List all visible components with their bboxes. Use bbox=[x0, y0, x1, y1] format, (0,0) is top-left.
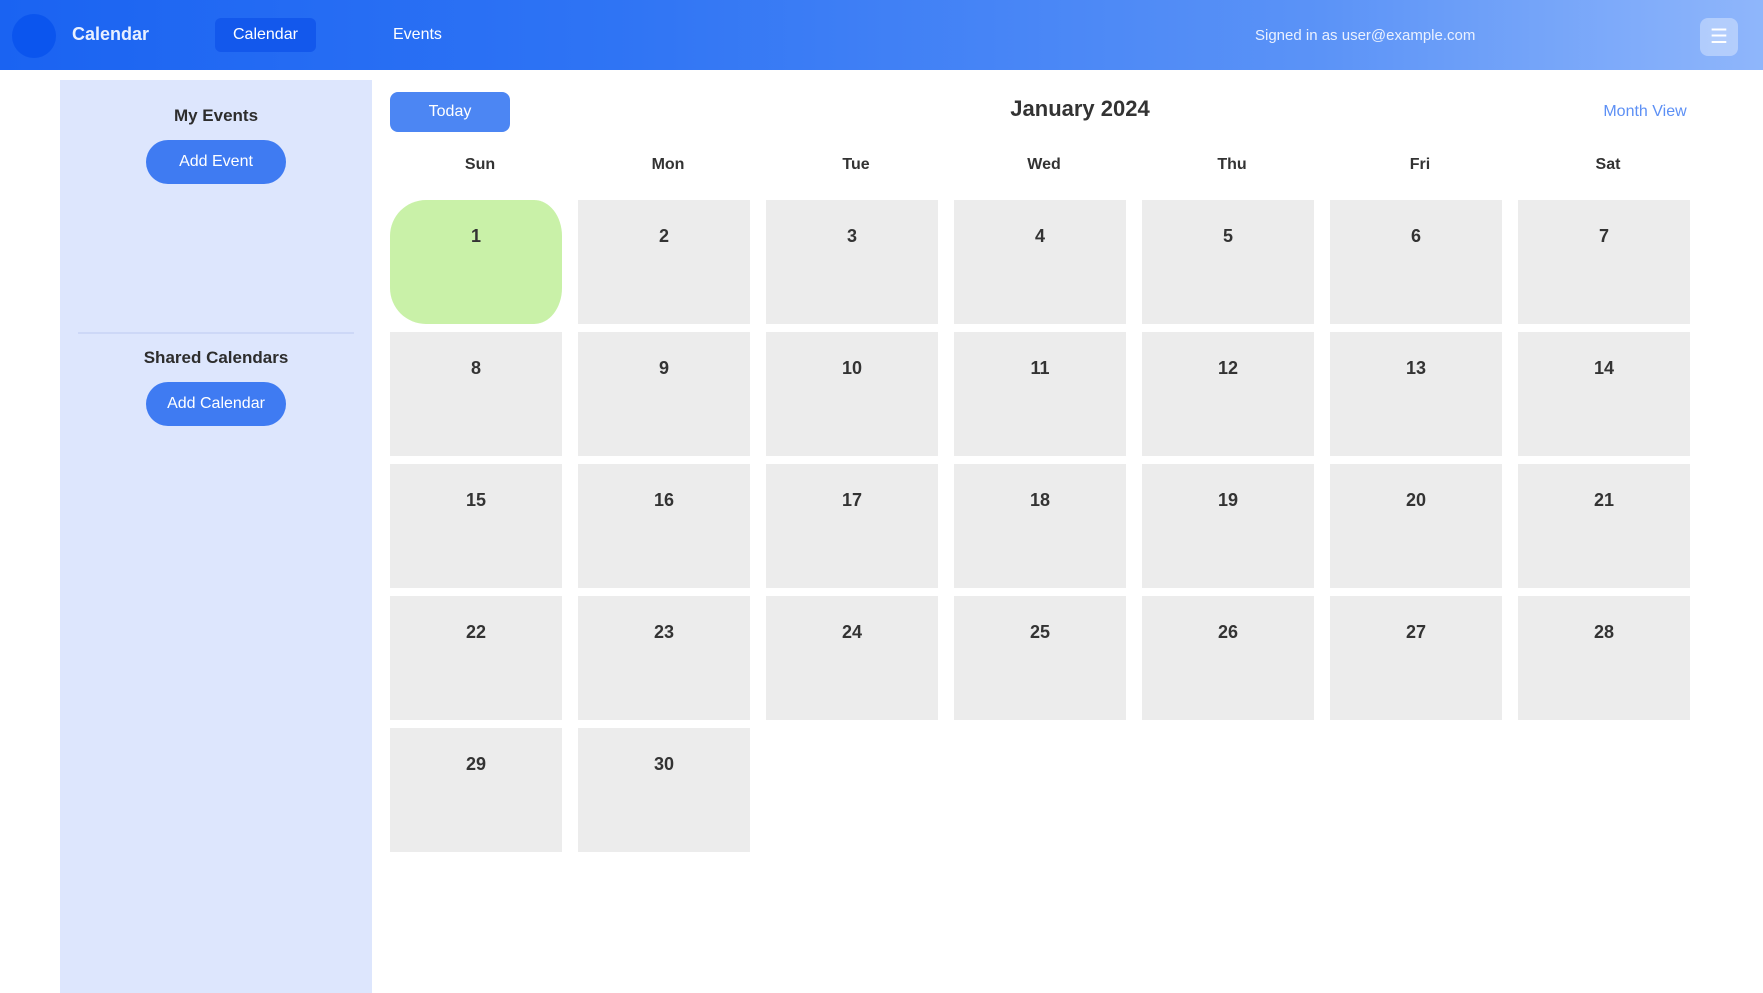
day-cell[interactable]: 6 bbox=[1330, 200, 1510, 324]
top-navigation-bar: Calendar Calendar Events Signed in as us… bbox=[0, 0, 1763, 70]
day-cell[interactable]: 9 bbox=[578, 332, 758, 456]
day-cell[interactable]: 29 bbox=[390, 728, 570, 852]
app-title: Calendar bbox=[72, 24, 150, 44]
day-number: 19 bbox=[1217, 490, 1239, 510]
day-number: 6 bbox=[1410, 226, 1421, 246]
day-cell[interactable]: 13 bbox=[1330, 332, 1510, 456]
day-cell[interactable]: 28 bbox=[1518, 596, 1698, 720]
day-number: 27 bbox=[1405, 622, 1427, 642]
day-number: 22 bbox=[465, 622, 487, 642]
day-number: 9 bbox=[658, 358, 669, 378]
day-number: 16 bbox=[653, 490, 675, 510]
day-cell[interactable]: 25 bbox=[954, 596, 1134, 720]
weekday-label: Wed bbox=[1027, 156, 1061, 173]
day-cell[interactable]: 3 bbox=[766, 200, 946, 324]
day-number: 26 bbox=[1217, 622, 1239, 642]
day-cell[interactable]: 16 bbox=[578, 464, 758, 588]
day-number: 24 bbox=[841, 622, 863, 642]
day-number: 30 bbox=[653, 754, 675, 774]
day-number: 29 bbox=[465, 754, 487, 774]
weekday-label: Thu bbox=[1217, 156, 1247, 173]
day-cell[interactable]: 7 bbox=[1518, 200, 1698, 324]
day-number: 1 bbox=[470, 226, 481, 246]
day-number: 12 bbox=[1217, 358, 1239, 378]
weekday-label: Fri bbox=[1409, 156, 1431, 173]
day-number: 21 bbox=[1593, 490, 1615, 510]
day-cell[interactable]: 14 bbox=[1518, 332, 1698, 456]
tab-calendar[interactable]: Calendar bbox=[215, 18, 316, 52]
sidebar: My Events Add Event Shared Calendars Add… bbox=[60, 80, 372, 993]
day-cell[interactable]: 22 bbox=[390, 596, 570, 720]
day-cell[interactable]: 30 bbox=[578, 728, 758, 852]
weekday-label: Sat bbox=[1595, 156, 1621, 173]
day-number: 11 bbox=[1030, 358, 1050, 378]
day-cell[interactable]: 24 bbox=[766, 596, 946, 720]
day-cell[interactable]: 23 bbox=[578, 596, 758, 720]
day-number: 17 bbox=[841, 490, 863, 510]
sidebar-heading-shared-calendars: Shared Calendars bbox=[143, 348, 289, 367]
weekday-label: Sun bbox=[464, 156, 496, 173]
sidebar-divider bbox=[78, 332, 354, 334]
weekday-header: Sun Mon Tue Wed Thu Fri Sat bbox=[390, 140, 1720, 190]
day-number: 10 bbox=[841, 358, 863, 378]
day-cell[interactable]: 19 bbox=[1142, 464, 1322, 588]
app-logo-icon[interactable] bbox=[12, 14, 56, 58]
day-cell[interactable]: 26 bbox=[1142, 596, 1322, 720]
view-switch-link[interactable]: Month View bbox=[1580, 96, 1710, 128]
month-title: January 2024 bbox=[1010, 96, 1150, 121]
day-cell[interactable]: 17 bbox=[766, 464, 946, 588]
day-number: 7 bbox=[1598, 226, 1609, 246]
day-cell[interactable]: 27 bbox=[1330, 596, 1510, 720]
weekday-label: Mon bbox=[651, 156, 685, 173]
add-calendar-button[interactable]: Add Calendar bbox=[146, 382, 286, 426]
calendar-main: Today January 2024 Month View Sun Mon Tu… bbox=[390, 80, 1720, 993]
day-cell[interactable]: 2 bbox=[578, 200, 758, 324]
day-cell[interactable]: 4 bbox=[954, 200, 1134, 324]
menu-icon[interactable]: ☰ bbox=[1700, 18, 1738, 56]
day-cell[interactable]: 20 bbox=[1330, 464, 1510, 588]
day-cell[interactable]: 21 bbox=[1518, 464, 1698, 588]
day-number: 25 bbox=[1029, 622, 1051, 642]
today-button[interactable]: Today bbox=[390, 92, 510, 132]
day-number: 28 bbox=[1593, 622, 1615, 642]
tab-events[interactable]: Events bbox=[375, 18, 460, 52]
day-cell-today[interactable]: 1 bbox=[390, 200, 570, 324]
day-cell[interactable]: 12 bbox=[1142, 332, 1322, 456]
day-number: 13 bbox=[1405, 358, 1427, 378]
sidebar-heading-my-events: My Events bbox=[173, 106, 259, 125]
add-event-button[interactable]: Add Event bbox=[146, 140, 286, 184]
day-cell[interactable]: 15 bbox=[390, 464, 570, 588]
weekday-label: Tue bbox=[842, 156, 870, 173]
day-number: 5 bbox=[1222, 226, 1233, 246]
day-number: 14 bbox=[1593, 358, 1615, 378]
day-number: 20 bbox=[1405, 490, 1427, 510]
day-number: 23 bbox=[653, 622, 675, 642]
day-cell[interactable]: 18 bbox=[954, 464, 1134, 588]
day-number: 15 bbox=[465, 490, 487, 510]
day-number: 18 bbox=[1029, 490, 1051, 510]
day-cell[interactable]: 11 bbox=[954, 332, 1134, 456]
day-number: 2 bbox=[658, 226, 669, 246]
day-cell[interactable]: 10 bbox=[766, 332, 946, 456]
day-number: 4 bbox=[1034, 226, 1045, 246]
day-number: 8 bbox=[470, 358, 481, 378]
day-number: 3 bbox=[846, 226, 857, 246]
day-cell[interactable]: 5 bbox=[1142, 200, 1322, 324]
day-cell[interactable]: 8 bbox=[390, 332, 570, 456]
user-account-label[interactable]: Signed in as user@example.com bbox=[1255, 20, 1555, 52]
